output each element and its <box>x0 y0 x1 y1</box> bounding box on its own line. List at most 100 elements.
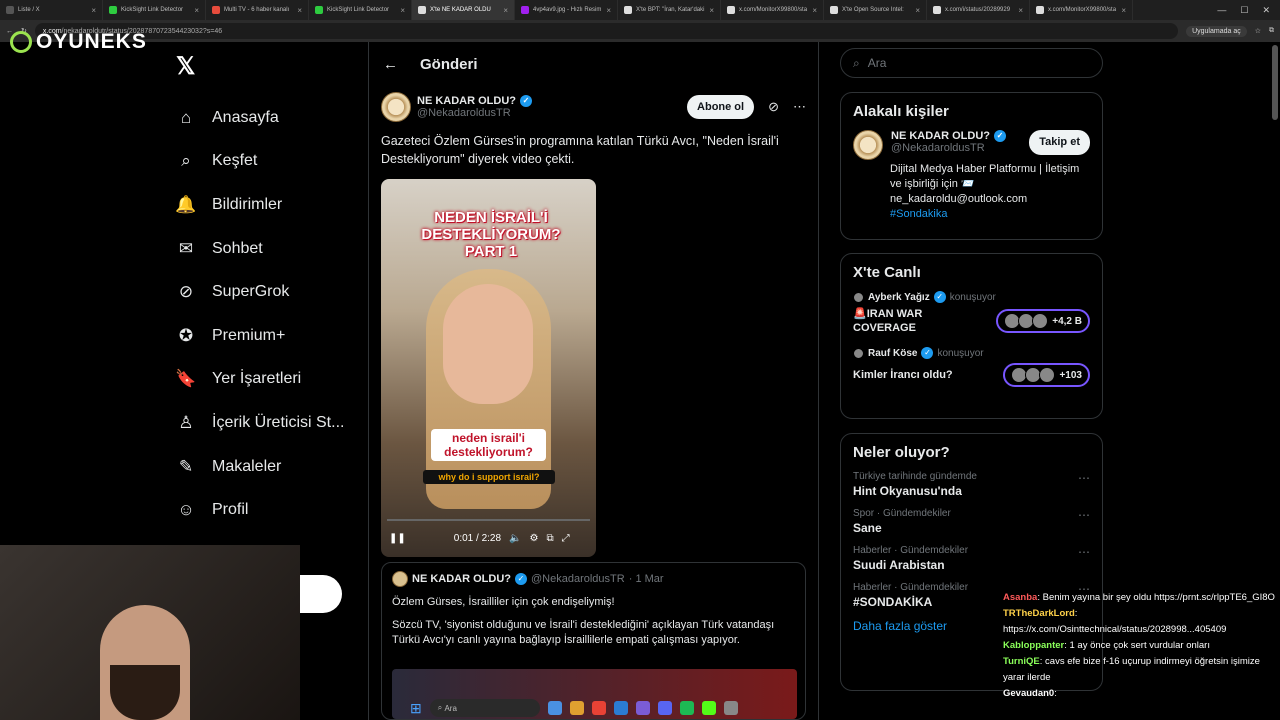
close-icon[interactable]: × <box>91 6 96 15</box>
minimize-icon[interactable]: — <box>1217 5 1226 16</box>
browser-tab[interactable]: X'te Open Source Intel: × <box>824 0 927 20</box>
close-icon[interactable]: × <box>297 6 302 15</box>
close-icon[interactable]: × <box>194 6 199 15</box>
subscribe-button[interactable]: Abone ol <box>687 95 755 119</box>
avatar[interactable] <box>381 92 411 122</box>
avatar <box>853 291 864 303</box>
taskbar-search[interactable]: ⌕ Ara <box>429 699 540 717</box>
star-icon[interactable]: ☆ <box>1255 27 1261 35</box>
more-icon[interactable]: ⋯ <box>1078 508 1090 522</box>
browser-tab[interactable]: Multi TV - 6 haber kanalı × <box>206 0 309 20</box>
search-input[interactable]: ⌕ Ara <box>840 48 1103 78</box>
browser-tab[interactable]: x.com/i/status/20289929 × <box>927 0 1030 20</box>
live-host: Rauf Köse <box>868 347 918 359</box>
chat-message: TurniQE: cavs efe bize f-16 uçurup indir… <box>1003 654 1278 686</box>
extensions-icon[interactable]: ⧉ <box>1269 27 1274 35</box>
folder-icon[interactable] <box>569 701 584 715</box>
close-window-icon[interactable]: ✕ <box>1262 5 1270 16</box>
x-logo-icon[interactable]: 𝕏 <box>176 52 195 81</box>
related-name[interactable]: NE KADAR OLDU? <box>891 130 990 142</box>
browser-tab[interactable]: x.com/MonitorX99800/sta × <box>1030 0 1133 20</box>
sidebar-item-label: SuperGrok <box>212 283 290 301</box>
more-icon[interactable]: ⋯ <box>793 99 806 115</box>
video-player[interactable]: NEDEN İSRAİL'İ DESTEKLİYORUM? PART 1 ned… <box>381 179 596 557</box>
close-icon[interactable]: × <box>1018 6 1023 15</box>
post-button-fragment[interactable] <box>300 575 342 613</box>
close-icon[interactable]: × <box>400 6 405 15</box>
nav-icon: ⌕ <box>181 151 191 171</box>
trend-item[interactable]: Spor · Gündemdekiler Sane ⋯ <box>853 508 1090 535</box>
listener-count: +4,2 B <box>1052 315 1082 327</box>
chat-message: TRTheDarkLord: https://x.com/Osinttechni… <box>1003 606 1278 638</box>
pip-icon[interactable]: ⧉ <box>546 533 553 544</box>
live-space[interactable]: Ayberk Yağız ✓ konuşuyor 🚨IRAN WAR COVERAGE… <box>853 291 1090 335</box>
fullscreen-icon[interactable]: ⤢ <box>562 533 570 544</box>
trend-item[interactable]: Türkiye tarihinde gündemde Hint Okyanusu'… <box>853 471 1090 498</box>
close-icon[interactable]: × <box>606 6 611 15</box>
avatar <box>1032 313 1049 329</box>
avatar[interactable] <box>853 130 883 160</box>
sidebar-item[interactable]: ✎ Makaleler <box>176 445 344 489</box>
sidebar-item[interactable]: ☺ Profil <box>176 488 344 532</box>
sidebar-item[interactable]: 🔖 Yer İşaretleri <box>175 358 344 402</box>
sidebar-item-label: Makaleler <box>212 457 282 475</box>
live-space[interactable]: Rauf Köse ✓ konuşuyor Kimler İrancı oldu? +1… <box>853 347 1090 387</box>
kick-icon[interactable] <box>701 701 716 715</box>
tab-favicon-icon <box>418 6 426 14</box>
listeners-pill[interactable]: +103 <box>1003 363 1090 387</box>
settings-icon[interactable]: ⚙ <box>529 533 538 544</box>
listeners-pill[interactable]: +4,2 B <box>996 309 1090 333</box>
maximize-icon[interactable]: ☐ <box>1240 5 1248 16</box>
follow-button[interactable]: Takip et <box>1029 130 1090 155</box>
close-icon[interactable]: × <box>503 6 508 15</box>
open-in-app-pill[interactable]: Uygulamada aç <box>1186 25 1247 37</box>
sidebar-item[interactable]: ♙ İçerik Üreticisi St... <box>176 401 344 445</box>
related-handle[interactable]: @NekadaroldusTR <box>891 142 1006 154</box>
more-icon[interactable]: ⋯ <box>1078 471 1090 485</box>
pause-icon[interactable]: ❚❚ <box>389 533 406 544</box>
scrollbar[interactable] <box>1272 45 1278 120</box>
volume-icon[interactable]: 🔈 <box>509 533 521 544</box>
browser-tab[interactable]: KickSight Link Detector × <box>309 0 412 20</box>
app-icon[interactable] <box>547 701 562 715</box>
close-icon[interactable]: × <box>915 6 920 15</box>
browser-tab[interactable]: X'te BPT: "İran, Katar'daki × <box>618 0 721 20</box>
browser-tab[interactable]: 4vp4av9.jpg - Hızlı Resim × <box>515 0 618 20</box>
url-field[interactable]: x.com/nekadaroldutr/status/2028787072354… <box>34 23 1179 39</box>
app-icon[interactable] <box>635 701 650 715</box>
browser-tab[interactable]: X'te NE KADAR OLDU × <box>412 0 515 20</box>
quote-line-1: Özlem Gürses, İsrailliler için çok endiş… <box>392 596 615 608</box>
stream-chat: Asanba: Benim yayına bir şey oldu https:… <box>1003 590 1278 702</box>
sidebar-item[interactable]: 🔔 Bildirimler <box>175 183 344 227</box>
browser-tab[interactable]: KickSight Link Detector × <box>103 0 206 20</box>
trend-item[interactable]: Haberler · Gündemdekiler Suudi Arabistan ⋯ <box>853 545 1090 572</box>
quote-line-2: Sözcü TV, 'siyonist olduğunu ve İsrail'i… <box>392 619 775 646</box>
bio-hashtag[interactable]: #Sondakika <box>890 208 948 220</box>
live-host: Ayberk Yağız <box>868 291 930 303</box>
app-icon[interactable] <box>723 701 738 715</box>
browser-tab[interactable]: x.com/MonitorX99800/sta × <box>721 0 824 20</box>
close-icon[interactable]: × <box>709 6 714 15</box>
sidebar-item[interactable]: ⌕ Keşfet <box>176 140 344 184</box>
close-icon[interactable]: × <box>1121 6 1126 15</box>
sidebar-item[interactable]: ✪ Premium+ <box>176 314 344 358</box>
chrome-icon[interactable] <box>591 701 606 715</box>
edge-icon[interactable] <box>613 701 628 715</box>
more-icon[interactable]: ⋯ <box>1078 545 1090 559</box>
sidebar-item[interactable]: ⌂ Anasayfa <box>176 96 344 140</box>
spotify-icon[interactable] <box>679 701 694 715</box>
discord-icon[interactable] <box>657 701 672 715</box>
windows-start-icon[interactable]: ⊞ <box>410 700 422 717</box>
sidebar-item-label: Sohbet <box>212 239 263 257</box>
author-name[interactable]: NE KADAR OLDU? <box>417 95 516 107</box>
close-icon[interactable]: × <box>812 6 817 15</box>
sidebar-item[interactable]: ✉ Sohbet <box>176 227 344 271</box>
author-handle[interactable]: @NekadaroldusTR <box>417 107 532 119</box>
sidebar-item[interactable]: ⊘ SuperGrok <box>176 270 344 314</box>
browser-tab[interactable]: Liste / X × <box>0 0 103 20</box>
back-arrow-icon[interactable]: ← <box>383 56 398 73</box>
grok-icon[interactable]: ⊘ <box>768 99 779 115</box>
verified-icon: ✓ <box>994 130 1006 142</box>
video-progress-bar[interactable] <box>387 519 590 521</box>
trend-title: Suudi Arabistan <box>853 558 945 572</box>
